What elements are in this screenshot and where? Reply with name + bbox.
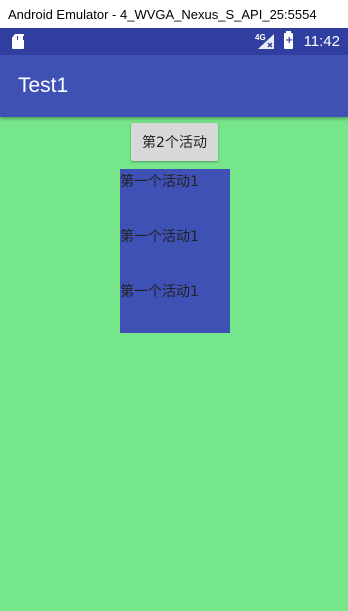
- clock: 11:42: [303, 33, 340, 50]
- activity-text-3: 第一个活动1: [120, 284, 199, 300]
- text-container: 第一个活动1 第一个活动1 第一个活动1: [120, 169, 230, 333]
- signal-icon: [258, 34, 274, 49]
- activity-text-2: 第一个活动1: [120, 229, 199, 245]
- sd-card-icon: [12, 34, 24, 49]
- app-bar: Test1: [0, 55, 348, 117]
- emulator-window-title: Android Emulator - 4_WVGA_Nexus_S_API_25…: [0, 0, 348, 28]
- app-title: Test1: [18, 74, 69, 97]
- activity-text-1: 第一个活动1: [120, 174, 199, 190]
- second-activity-button[interactable]: 第2个活动: [131, 123, 218, 161]
- battery-icon: +: [284, 31, 293, 49]
- activity-content: 第2个活动 第一个活动1 第一个活动1 第一个活动1: [0, 117, 348, 611]
- status-bar: 4G + 11:42: [0, 28, 348, 55]
